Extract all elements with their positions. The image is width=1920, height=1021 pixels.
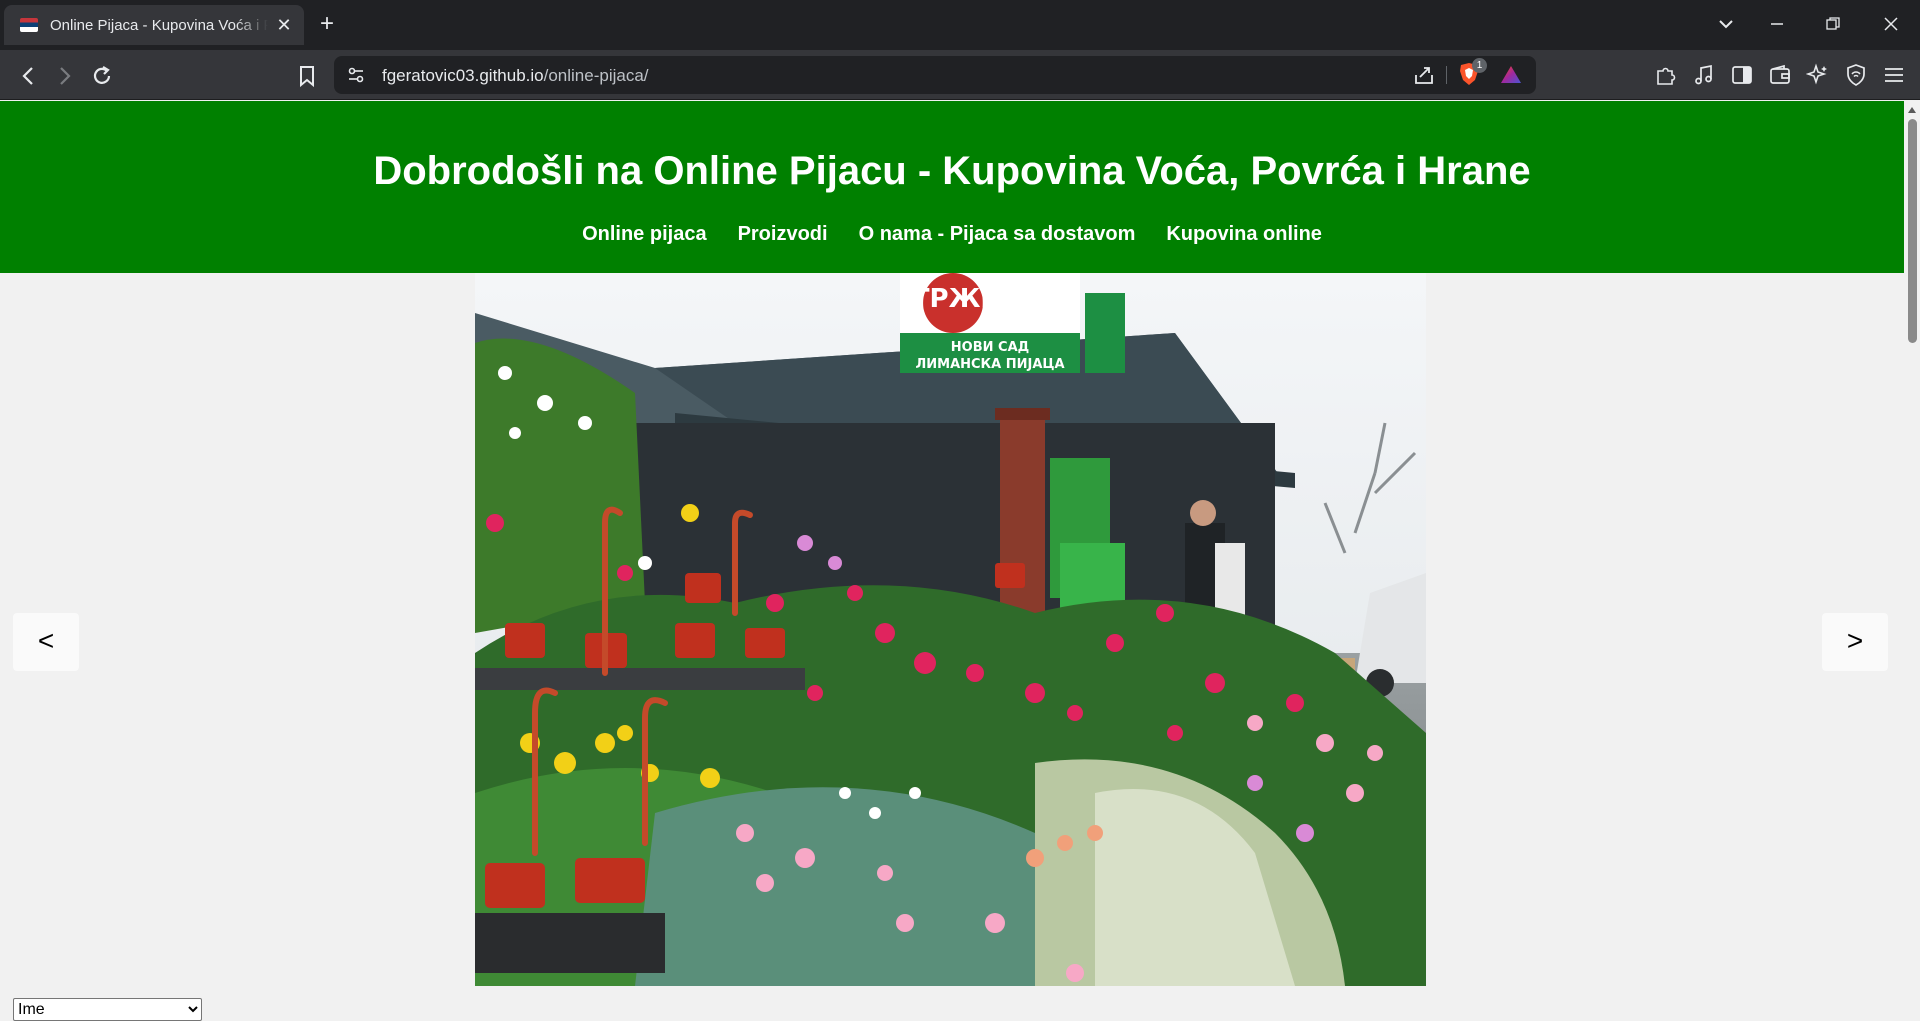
restore-button[interactable]: [1818, 12, 1848, 37]
extensions-puzzle-icon[interactable]: [1654, 63, 1678, 87]
nav-link-kupovina-online[interactable]: Kupovina online: [1166, 223, 1322, 246]
site-header: Dobrodošli na Online Pijacu - Kupovina V…: [0, 101, 1904, 273]
back-arrow-icon: [22, 67, 33, 85]
vpn-shield-icon[interactable]: [1844, 63, 1868, 87]
sidebar-toggle-icon[interactable]: [1730, 63, 1754, 87]
bookmark-button[interactable]: [293, 62, 321, 90]
sign-limanska-text: ЛИМАНСКА ПИЈАЦА: [915, 357, 1064, 372]
hamburger-menu-icon[interactable]: [1882, 63, 1906, 87]
sort-select[interactable]: Ime: [13, 998, 202, 1021]
url-text[interactable]: fgeratovic03.github.io/online-pijaca/: [382, 66, 649, 86]
nav-link-o-nama[interactable]: O nama - Pijaca sa dostavom: [859, 223, 1136, 246]
address-bar[interactable]: fgeratovic03.github.io/online-pijaca/ 1: [334, 56, 1536, 94]
page-scrollbar[interactable]: [1904, 101, 1920, 1021]
forward-button[interactable]: [51, 62, 79, 90]
brave-rewards-icon[interactable]: [1500, 64, 1522, 86]
shields-count-badge: 1: [1472, 58, 1487, 73]
forward-arrow-icon: [60, 67, 71, 85]
browser-toolbar: fgeratovic03.github.io/online-pijaca/ 1: [0, 50, 1920, 100]
page-title: Dobrodošli na Online Pijacu - Kupovina V…: [373, 149, 1531, 193]
reload-icon: [93, 66, 111, 84]
scrollbar-thumb[interactable]: [1908, 119, 1917, 343]
tab-search-chevron-icon[interactable]: [1711, 12, 1741, 38]
nav-link-online-pijaca[interactable]: Online pijaca: [582, 223, 706, 246]
browser-tab-active[interactable]: Online Pijaca - Kupovina Voća i Povrća i…: [4, 5, 304, 45]
market-flowers-photo: ТРЖНИЦА НОВИ САД ЛИМАНСКА ПИЈАЦА: [475, 273, 1426, 986]
scroll-up-arrow-icon[interactable]: [1908, 107, 1916, 113]
address-bar-divider: [1446, 66, 1447, 84]
sign-novi-sad-text: НОВИ САД: [951, 340, 1029, 355]
tab-close-icon[interactable]: ✕: [274, 15, 294, 36]
slider-next-button[interactable]: >: [1822, 613, 1888, 671]
minimize-button[interactable]: [1762, 12, 1792, 37]
bookmark-icon: [300, 66, 314, 88]
back-button[interactable]: [14, 62, 42, 90]
leo-ai-icon[interactable]: [1806, 63, 1830, 87]
url-path: /online-pijaca/: [543, 66, 649, 85]
slider-image: ТРЖНИЦА НОВИ САД ЛИМАНСКА ПИЈАЦА: [475, 273, 1426, 986]
nav-link-proizvodi[interactable]: Proizvodi: [738, 223, 828, 246]
media-music-icon[interactable]: [1692, 63, 1716, 87]
new-tab-button[interactable]: +: [320, 12, 334, 36]
close-window-button[interactable]: [1876, 12, 1906, 37]
page-viewport: Dobrodošli na Online Pijacu - Kupovina V…: [0, 101, 1904, 1021]
browser-tab-strip: Online Pijaca - Kupovina Voća i Povrća i…: [0, 0, 1920, 50]
reload-button[interactable]: [88, 62, 116, 90]
main-navigation: Online pijaca Proizvodi O nama - Pijaca …: [0, 223, 1904, 246]
wallet-icon[interactable]: [1768, 63, 1792, 87]
serbian-flag-favicon-icon: [20, 18, 38, 32]
share-icon[interactable]: [1412, 63, 1436, 87]
sign-trznica-text: ТРЖНИЦА: [912, 284, 1068, 314]
slider-prev-button[interactable]: <: [13, 613, 79, 671]
url-host: fgeratovic03.github.io: [382, 66, 544, 85]
tab-title: Online Pijaca - Kupovina Voća i Povrća i…: [50, 16, 268, 34]
site-settings-icon[interactable]: [346, 65, 366, 85]
